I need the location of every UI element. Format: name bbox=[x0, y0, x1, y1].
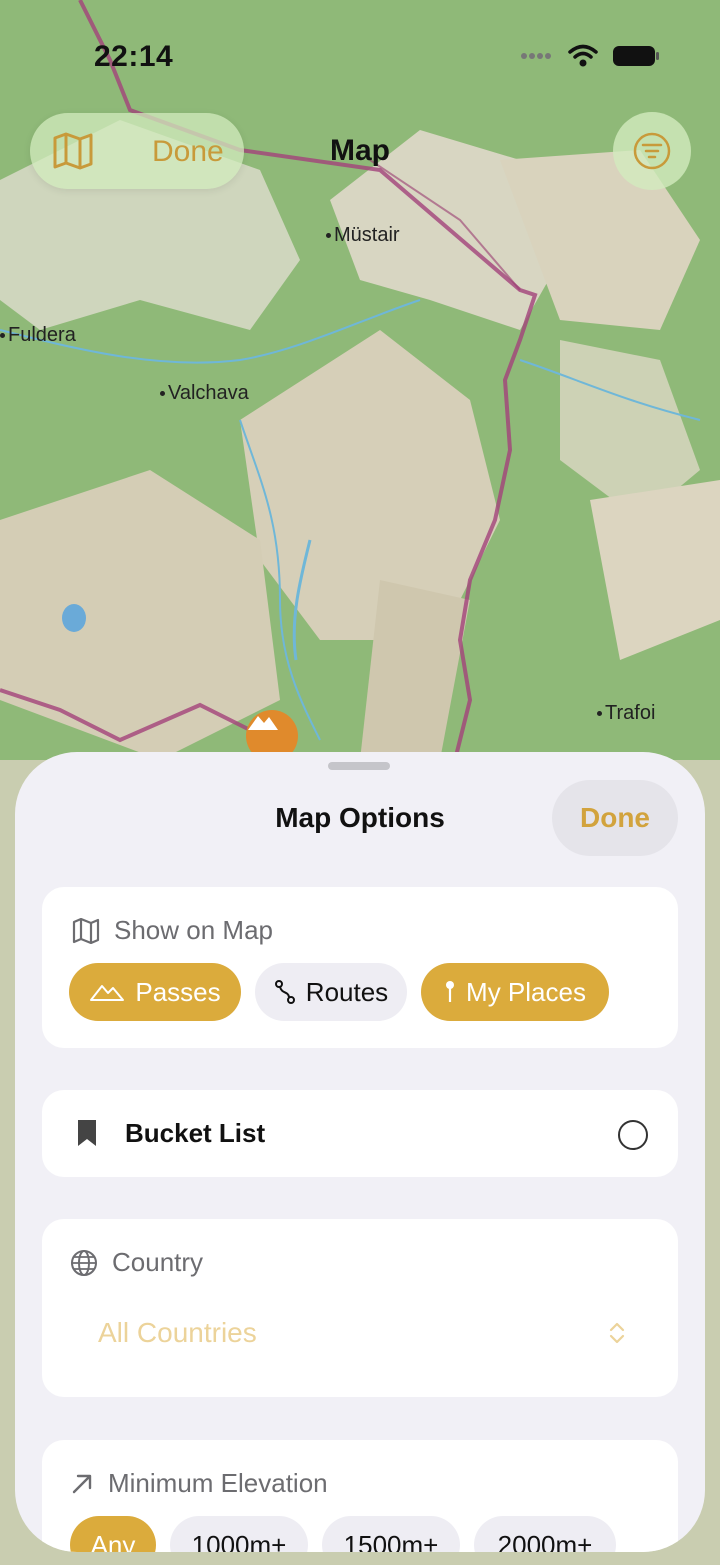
bucket-list-radio[interactable] bbox=[618, 1120, 648, 1150]
pin-icon bbox=[446, 981, 455, 1002]
chip-label: Routes bbox=[305, 976, 389, 1007]
bucket-list-card[interactable]: Bucket List bbox=[42, 1090, 678, 1177]
status-time: 22:14 bbox=[94, 40, 174, 73]
bookmark-icon bbox=[78, 1120, 96, 1146]
status-bar: 22:14 bbox=[0, 0, 720, 110]
page-title: Map bbox=[330, 134, 390, 167]
chip-my-places[interactable]: My Places bbox=[421, 963, 609, 1021]
mountain-icon bbox=[248, 716, 278, 730]
chip-label: My Places bbox=[466, 976, 586, 1007]
show-on-map-header: Show on Map bbox=[72, 915, 273, 946]
show-on-map-card: Show on Map Passes Routes My Places bbox=[42, 887, 678, 1048]
chip-routes[interactable]: Routes bbox=[255, 963, 407, 1021]
chip-label: Passes bbox=[135, 976, 221, 1007]
place-label: Fuldera bbox=[0, 324, 76, 347]
place-label: Valchava bbox=[160, 382, 249, 405]
sheet-grabber[interactable] bbox=[328, 762, 390, 770]
country-label: Country bbox=[112, 1247, 204, 1277]
chip-label: Any bbox=[90, 1529, 136, 1553]
elevation-option-2000[interactable]: 2000m+ bbox=[474, 1516, 616, 1552]
chip-passes[interactable]: Passes bbox=[69, 963, 241, 1021]
mountain-icon bbox=[90, 985, 125, 1001]
globe-icon bbox=[71, 1249, 97, 1276]
arrow-up-right-icon bbox=[72, 1474, 92, 1493]
sheet-done-button[interactable]: Done bbox=[552, 780, 678, 856]
elevation-option-any[interactable]: Any bbox=[70, 1516, 156, 1552]
filter-button[interactable] bbox=[613, 112, 691, 190]
country-card: Country All Countries bbox=[42, 1219, 678, 1397]
chip-label: 1500m+ bbox=[343, 1529, 439, 1553]
elevation-option-1000[interactable]: 1000m+ bbox=[170, 1516, 308, 1552]
route-icon bbox=[274, 980, 295, 1004]
place-label: Trafoi bbox=[597, 702, 655, 725]
place-label: Müstair bbox=[326, 224, 400, 247]
chip-label: 2000m+ bbox=[497, 1529, 593, 1553]
elevation-option-1500[interactable]: 1500m+ bbox=[322, 1516, 460, 1552]
filter-icon bbox=[633, 132, 671, 170]
wifi-icon bbox=[568, 44, 598, 67]
map-options-sheet: Map Options Done Show on Map Passes Rout… bbox=[15, 752, 705, 1552]
show-on-map-label: Show on Map bbox=[114, 915, 273, 945]
chip-label: 1000m+ bbox=[191, 1529, 287, 1553]
country-header: Country bbox=[70, 1247, 203, 1278]
chevron-up-down-icon[interactable] bbox=[608, 1321, 626, 1345]
bucket-list-label: Bucket List bbox=[125, 1118, 266, 1148]
country-select-value[interactable]: All Countries bbox=[98, 1317, 257, 1349]
min-elevation-card: Minimum Elevation Any 1000m+ 1500m+ 2000… bbox=[42, 1440, 678, 1552]
cellular-dots-icon bbox=[521, 53, 551, 59]
battery-icon bbox=[613, 46, 659, 66]
min-elevation-label: Minimum Elevation bbox=[108, 1468, 328, 1498]
min-elevation-header: Minimum Elevation bbox=[70, 1468, 328, 1499]
map-icon bbox=[72, 917, 100, 944]
